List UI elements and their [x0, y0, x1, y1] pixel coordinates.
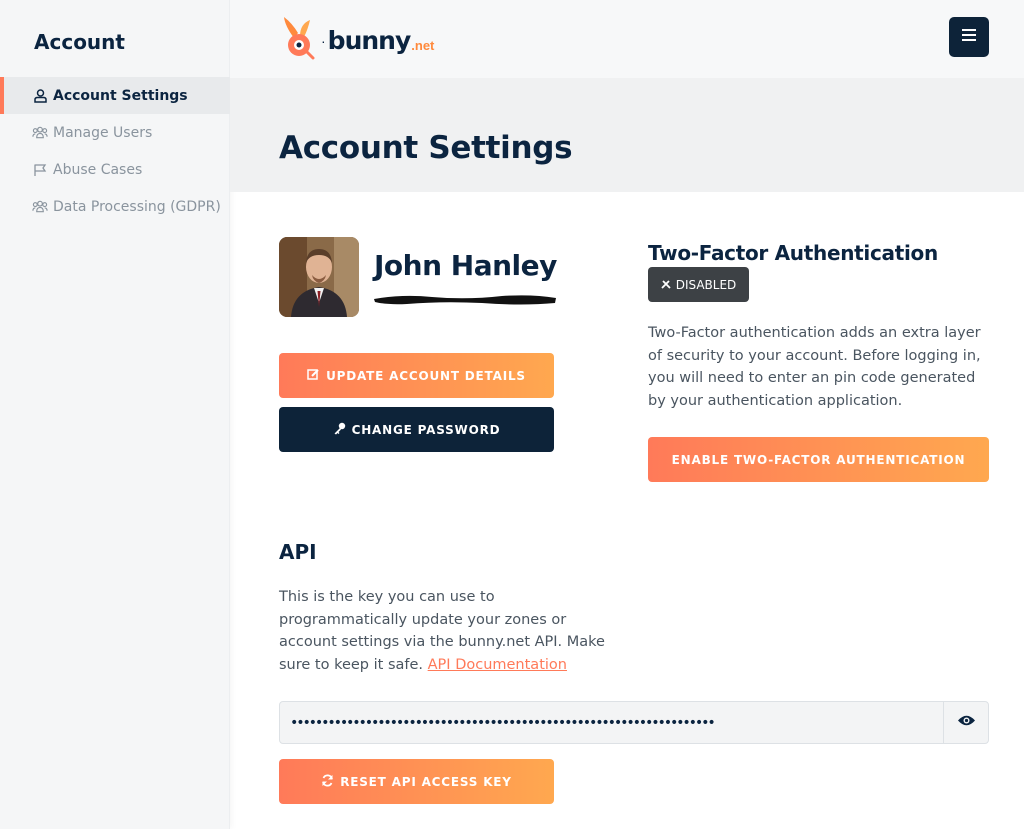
- logo-suffix: .net: [411, 38, 435, 53]
- sidebar-item-data-processing[interactable]: Data Processing (GDPR): [0, 188, 230, 225]
- bunny-logo-icon: [280, 16, 320, 65]
- api-documentation-link[interactable]: API Documentation: [428, 657, 567, 673]
- reset-api-key-label: RESET API ACCESS KEY: [340, 774, 512, 789]
- users-icon: [32, 199, 48, 215]
- enable-two-factor-button[interactable]: ENABLE TWO-FACTOR AUTHENTICATION: [648, 437, 989, 482]
- user-name: John Hanley: [374, 249, 557, 282]
- avatar: [279, 237, 359, 317]
- bunny-logo[interactable]: · bunny .net: [280, 16, 434, 65]
- sidebar-item-label: Manage Users: [53, 124, 153, 141]
- user-icon: [32, 88, 48, 104]
- reset-api-key-button[interactable]: RESET API ACCESS KEY: [279, 759, 554, 804]
- users-icon: [32, 125, 48, 141]
- show-key-button[interactable]: [943, 702, 988, 743]
- sidebar-item-label: Abuse Cases: [53, 161, 143, 178]
- edit-icon: [307, 368, 326, 384]
- change-password-button[interactable]: CHANGE PASSWORD: [279, 407, 554, 452]
- sidebar-item-label: Account Settings: [53, 87, 188, 104]
- status-badge: DISABLED: [648, 267, 749, 302]
- sidebar-item-label: Data Processing (GDPR): [53, 198, 221, 215]
- sidebar-item-manage-users[interactable]: Manage Users: [0, 114, 230, 151]
- sidebar-nav: Account Settings Manage Users Abuse Case…: [0, 77, 230, 225]
- menu-button[interactable]: [949, 17, 989, 57]
- logo-dot: ·: [321, 32, 326, 49]
- api-key-field: [279, 701, 989, 744]
- enable-two-factor-label: ENABLE TWO-FACTOR AUTHENTICATION: [671, 452, 966, 467]
- redacted-email: [372, 290, 558, 313]
- status-badge-label: DISABLED: [675, 277, 737, 292]
- hamburger-icon: [962, 28, 976, 46]
- update-account-details-label: UPDATE ACCOUNT DETAILS: [326, 368, 526, 383]
- top-bar: · bunny .net: [230, 0, 1024, 78]
- sidebar-title: Account: [34, 30, 125, 54]
- two-factor-title: Two-Factor Authentication: [648, 241, 938, 265]
- update-account-details-button[interactable]: UPDATE ACCOUNT DETAILS: [279, 353, 554, 398]
- page-title: Account Settings: [279, 130, 573, 166]
- refresh-icon: [321, 773, 340, 790]
- sidebar-item-abuse-cases[interactable]: Abuse Cases: [0, 151, 230, 188]
- sidebar-item-account-settings[interactable]: Account Settings: [0, 77, 230, 114]
- logo-text: bunny: [327, 26, 412, 55]
- api-key-input[interactable]: [280, 702, 943, 743]
- key-icon: [333, 422, 352, 438]
- eye-icon: [957, 714, 976, 732]
- flag-icon: [32, 162, 48, 178]
- change-password-label: CHANGE PASSWORD: [351, 422, 501, 437]
- sidebar: Account Account Settings Manage Users Ab…: [0, 0, 230, 829]
- two-factor-description: Two-Factor authentication adds an extra …: [648, 325, 981, 409]
- api-description: This is the key you can use to programma…: [279, 586, 609, 676]
- page-header: Account Settings: [230, 78, 1024, 192]
- disabled-icon: [661, 278, 676, 292]
- api-title: API: [279, 540, 317, 564]
